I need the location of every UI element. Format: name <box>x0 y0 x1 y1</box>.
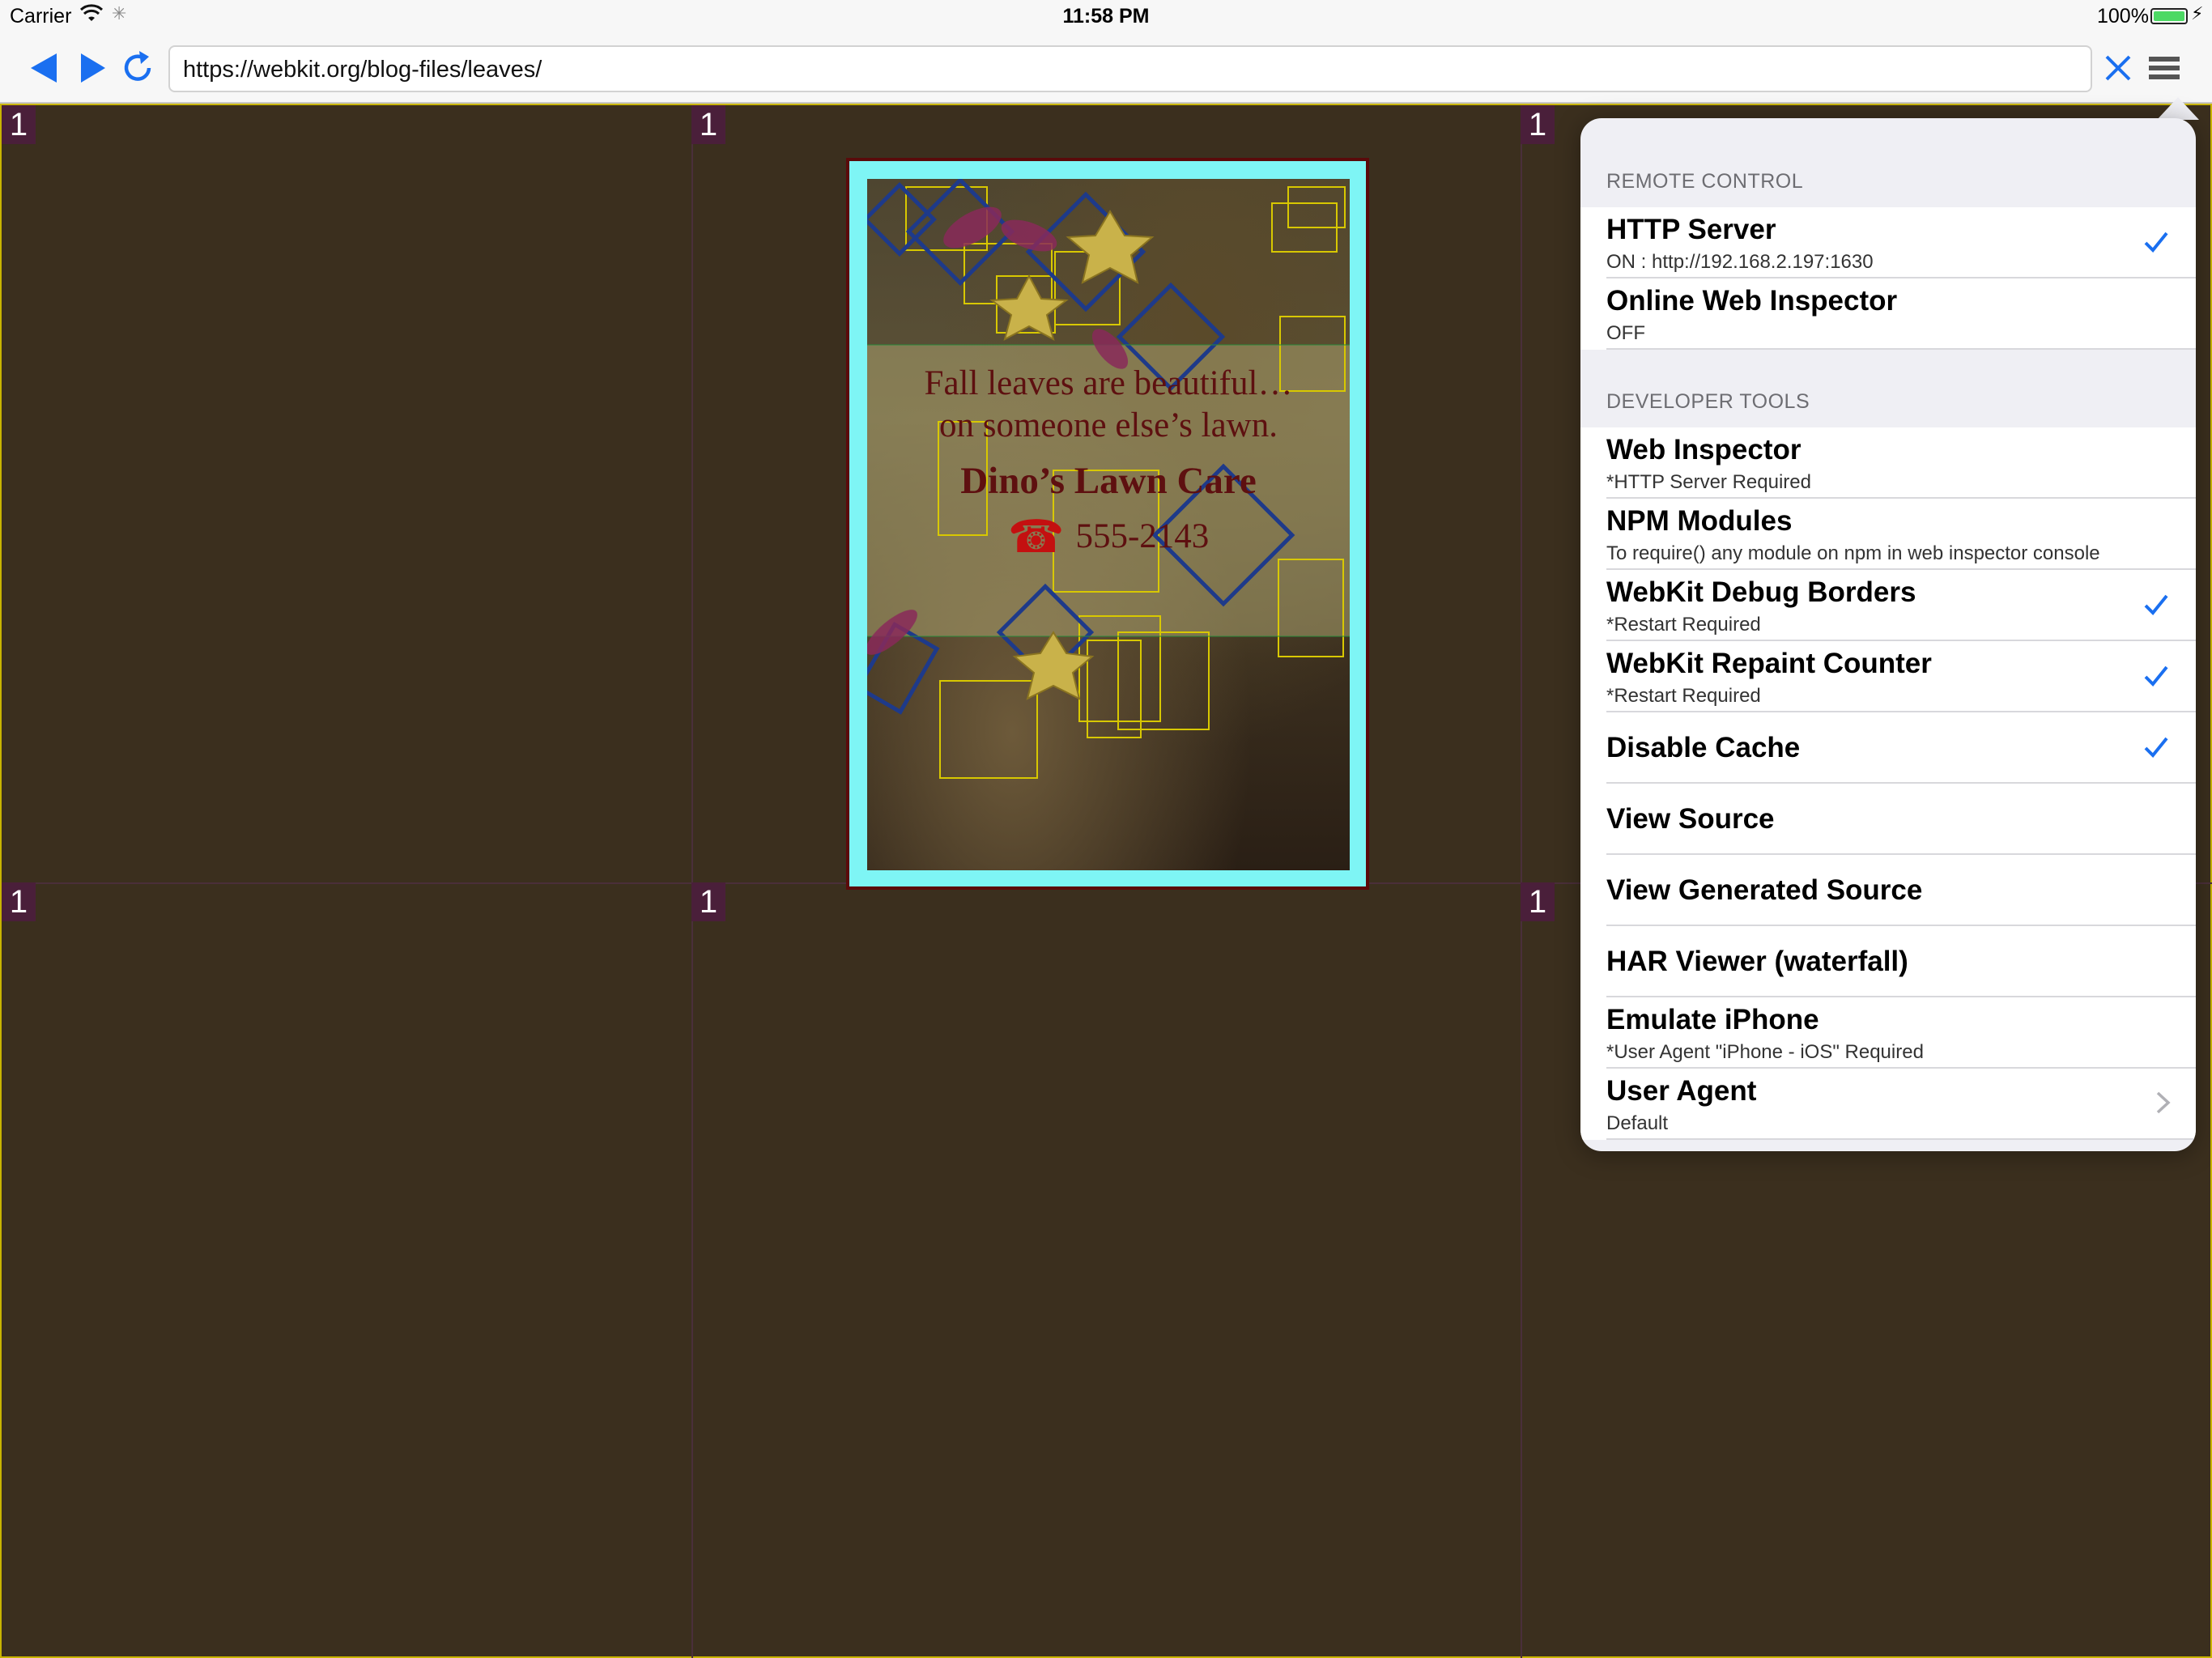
menu-item-title: WebKit Repaint Counter <box>1606 648 1932 679</box>
reload-icon[interactable] <box>118 49 157 87</box>
checkmark-icon <box>2142 225 2170 257</box>
checkmark-icon <box>2142 659 2170 691</box>
developer-menu-popover: REMOTE CONTROL HTTP Server ON : http://1… <box>1580 118 2196 1151</box>
battery-percent: 100% <box>2097 5 2149 28</box>
section-header-remote-control: REMOTE CONTROL <box>1606 170 1804 193</box>
menu-item-title: View Generated Source <box>1606 874 1923 906</box>
menu-item-user-agent[interactable]: User Agent Default <box>1580 1069 2196 1140</box>
battery-icon <box>2150 8 2188 24</box>
menu-item-subtitle: Default <box>1606 1112 1669 1134</box>
menu-item-http-server[interactable]: HTTP Server ON : http://192.168.2.197:16… <box>1580 207 2196 278</box>
menu-item-title: View Source <box>1606 803 1775 835</box>
menu-item-title: HAR Viewer (waterfall) <box>1606 946 1908 977</box>
menu-item-subtitle: *Restart Required <box>1606 685 1761 707</box>
chevron-right-icon <box>2154 1086 2173 1119</box>
url-field[interactable]: https://webkit.org/blog-files/leaves/ <box>168 45 2092 92</box>
popover-arrow <box>2157 97 2199 120</box>
menu-item-title: WebKit Debug Borders <box>1606 576 1916 608</box>
menu-item-subtitle: *HTTP Server Required <box>1606 471 1811 493</box>
menu-item-view-generated-source[interactable]: View Generated Source <box>1580 855 2196 926</box>
menu-item-npm-modules[interactable]: NPM Modules To require() any module on n… <box>1580 499 2196 570</box>
status-bar: Carrier ✳ 11:58 PM 100% ⚡ <box>0 0 2212 32</box>
menu-item-view-source[interactable]: View Source <box>1580 784 2196 855</box>
menu-item-subtitle: *User Agent "iPhone - iOS" Required <box>1606 1041 1924 1063</box>
menu-item-emulate-iphone[interactable]: Emulate iPhone *User Agent "iPhone - iOS… <box>1580 997 2196 1069</box>
repaint-counter: 1 <box>2 105 36 144</box>
repaint-counter: 1 <box>691 882 725 921</box>
ad-leaves-background: 3 Fall leaves are beautiful… on someone … <box>867 179 1350 870</box>
telephone-icon: ☎ <box>1007 512 1065 563</box>
menu-item-disable-cache[interactable]: Disable Cache <box>1580 712 2196 784</box>
menu-item-webkit-debug-borders[interactable]: WebKit Debug Borders *Restart Required <box>1580 570 2196 641</box>
menu-item-subtitle: ON : http://192.168.2.197:1630 <box>1606 251 1874 273</box>
browser-toolbar: https://webkit.org/blog-files/leaves/ <box>0 32 2212 104</box>
tile-border <box>1521 105 1522 1658</box>
menu-item-title: NPM Modules <box>1606 505 1793 537</box>
section-header-developer-tools: DEVELOPER TOOLS <box>1606 390 1810 413</box>
menu-item-title: Disable Cache <box>1606 732 1801 763</box>
menu-item-title: User Agent <box>1606 1075 1757 1107</box>
back-arrow-icon[interactable] <box>26 49 65 87</box>
menu-item-online-web-inspector[interactable]: Online Web Inspector OFF <box>1580 278 2196 350</box>
menu-item-title: HTTP Server <box>1606 214 1776 245</box>
menu-item-title: Online Web Inspector <box>1606 285 1898 317</box>
menu-item-title: Web Inspector <box>1606 434 1802 466</box>
ad-brand-name: Dino’s Lawn Care <box>960 460 1257 502</box>
checkmark-icon <box>2142 588 2170 620</box>
menu-item-webkit-repaint-counter[interactable]: WebKit Repaint Counter *Restart Required <box>1580 641 2196 712</box>
hamburger-menu-icon[interactable] <box>2144 49 2183 87</box>
ad-phone[interactable]: ☎ 555-2143 <box>867 511 1350 563</box>
checkmark-icon <box>2142 730 2170 763</box>
clock: 11:58 PM <box>1062 5 1150 28</box>
charging-bolt-icon: ⚡ <box>2191 3 2204 23</box>
menu-item-subtitle: *Restart Required <box>1606 614 1761 636</box>
ad-headline-line-1: Fall leaves are beautiful… <box>924 364 1293 402</box>
forward-arrow-icon[interactable] <box>73 49 112 87</box>
ad-headline-line-2: on someone else’s lawn. <box>939 406 1278 444</box>
close-icon[interactable] <box>2099 49 2138 87</box>
menu-item-subtitle: To require() any module on npm in web in… <box>1606 542 2100 564</box>
repaint-counter: 1 <box>1521 105 1555 144</box>
lawn-care-ad[interactable]: 3 Fall leaves are beautiful… on someone … <box>846 158 1369 890</box>
repaint-counter: 1 <box>2 882 36 921</box>
menu-item-title: Emulate iPhone <box>1606 1004 1819 1035</box>
menu-item-web-inspector[interactable]: Web Inspector *HTTP Server Required <box>1580 427 2196 499</box>
tile-border <box>691 105 693 1658</box>
menu-item-har-viewer[interactable]: HAR Viewer (waterfall) <box>1580 926 2196 997</box>
repaint-counter: 1 <box>1521 882 1555 921</box>
repaint-counter: 1 <box>691 105 725 144</box>
ad-phone-number: 555-2143 <box>1075 517 1210 555</box>
menu-item-subtitle: OFF <box>1606 322 1645 344</box>
